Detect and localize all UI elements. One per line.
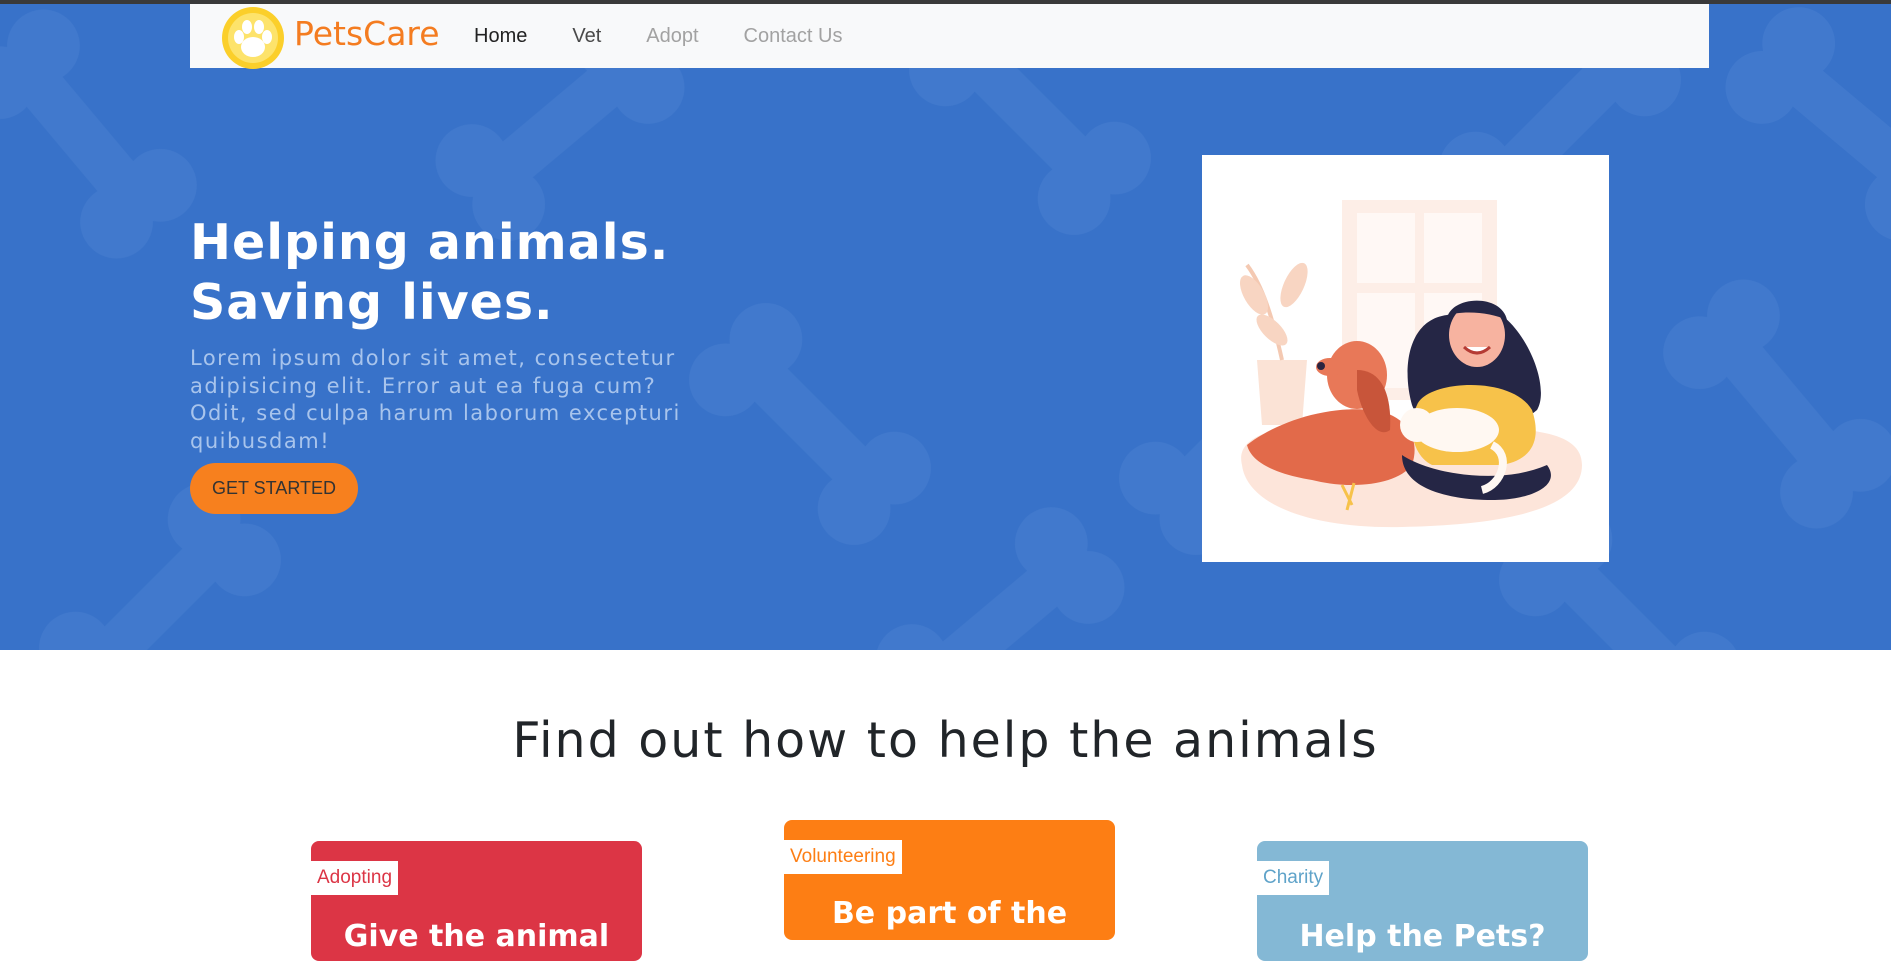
section-title: Find out how to help the animals xyxy=(512,712,1379,769)
card-title: Help the Pets? xyxy=(1299,919,1546,954)
hero-description: Lorem ipsum dolor sit amet, consectetur … xyxy=(190,346,681,453)
card-tag: Adopting xyxy=(311,861,399,895)
paw-logo-icon xyxy=(222,7,284,69)
nav-adopt[interactable]: Adopt xyxy=(646,25,698,48)
hero-title-line2: Saving lives. xyxy=(190,274,554,331)
brand-name: PetsCare xyxy=(294,13,440,53)
girl-with-dog-and-cat-illustration xyxy=(1240,200,1582,528)
nav-vet[interactable]: Vet xyxy=(572,25,601,48)
card-charity[interactable]: Charity Help the Pets? xyxy=(1257,841,1588,961)
card-tag: Charity xyxy=(1257,861,1330,895)
card-title: Give the animal xyxy=(343,919,610,954)
card-adopting[interactable]: Adopting Give the animal xyxy=(311,841,642,961)
hero-illustration xyxy=(1202,155,1609,562)
nav-links: Home Vet Adopt Contact Us xyxy=(474,4,887,68)
brand[interactable]: PetsCare xyxy=(222,6,440,70)
navbar: PetsCare Home Vet Adopt Contact Us xyxy=(190,4,1709,70)
nav-home[interactable]: Home xyxy=(474,25,527,48)
hero-title-line1: Helping animals. xyxy=(190,214,670,271)
card-tag: Volunteering xyxy=(784,840,902,874)
hero-title: Helping animals. Saving lives. xyxy=(190,213,669,333)
card-volunteering[interactable]: Volunteering Be part of the xyxy=(784,820,1115,940)
get-started-button[interactable]: GET STARTED xyxy=(190,463,358,514)
nav-contact-us[interactable]: Contact Us xyxy=(744,25,843,48)
hero-section: Helping animals. Saving lives. Lorem ips… xyxy=(0,4,1891,650)
card-title: Be part of the xyxy=(831,896,1068,931)
